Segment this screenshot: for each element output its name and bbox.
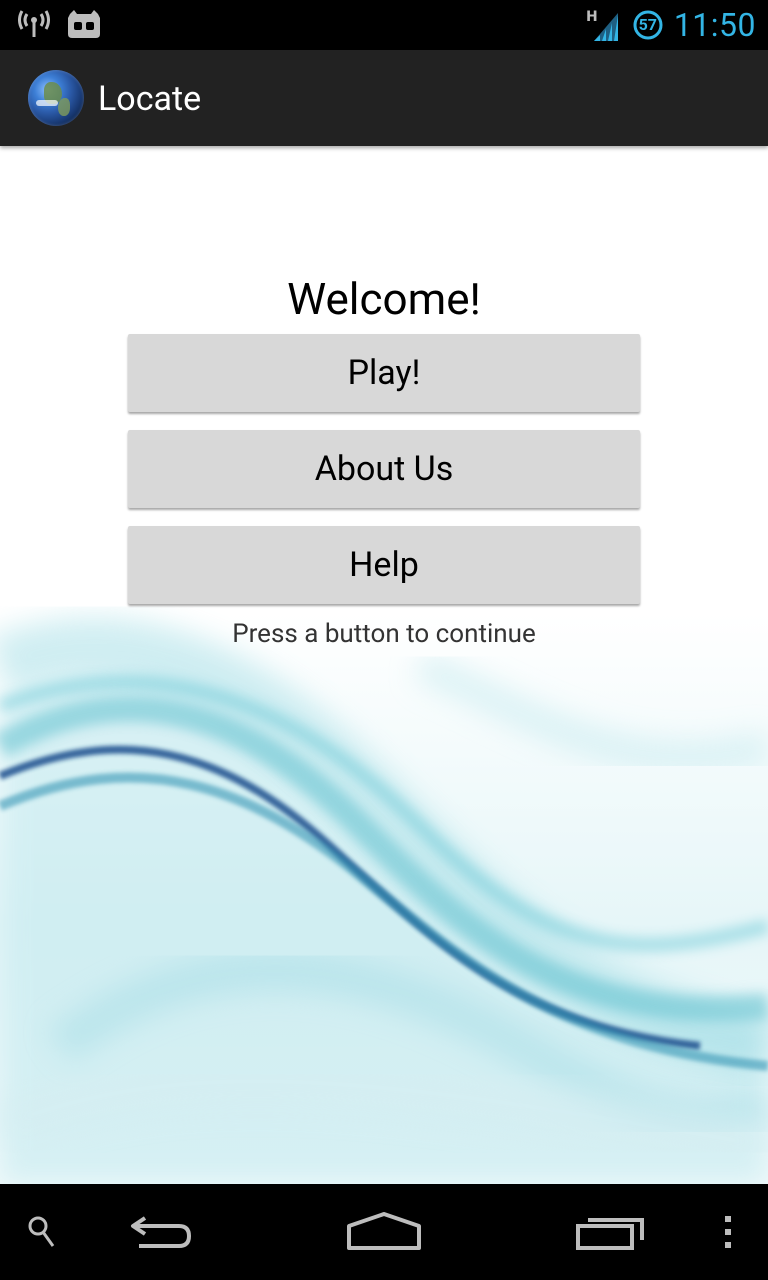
status-bar: H 57 11:50 <box>0 0 768 50</box>
action-bar: Locate <box>0 50 768 146</box>
signal-strength-icon: H <box>586 7 622 43</box>
play-button[interactable]: Play! <box>128 334 640 412</box>
earth-globe-icon[interactable] <box>28 70 84 126</box>
recent-apps-icon[interactable] <box>568 1184 652 1280</box>
wireless-broadcast-icon <box>18 9 50 39</box>
about-us-button[interactable]: About Us <box>128 430 640 508</box>
status-clock: 11:50 <box>673 6 756 44</box>
search-icon[interactable] <box>20 1184 64 1280</box>
welcome-heading: Welcome! <box>287 273 481 325</box>
cyanogenmod-icon <box>66 8 102 40</box>
app-title: Locate <box>98 79 202 119</box>
menu-overflow-icon[interactable] <box>714 1184 742 1280</box>
home-icon[interactable] <box>340 1184 428 1280</box>
network-type-label: H <box>586 9 598 25</box>
instruction-text: Press a button to continue <box>232 619 536 649</box>
notification-count-label: 57 <box>638 15 657 34</box>
main-content: Welcome! Play! About Us Help Press a but… <box>0 146 768 1184</box>
navigation-bar <box>0 1184 768 1280</box>
help-button[interactable]: Help <box>128 526 640 604</box>
notification-count-icon: 57 <box>632 9 664 41</box>
back-icon[interactable] <box>118 1184 202 1280</box>
